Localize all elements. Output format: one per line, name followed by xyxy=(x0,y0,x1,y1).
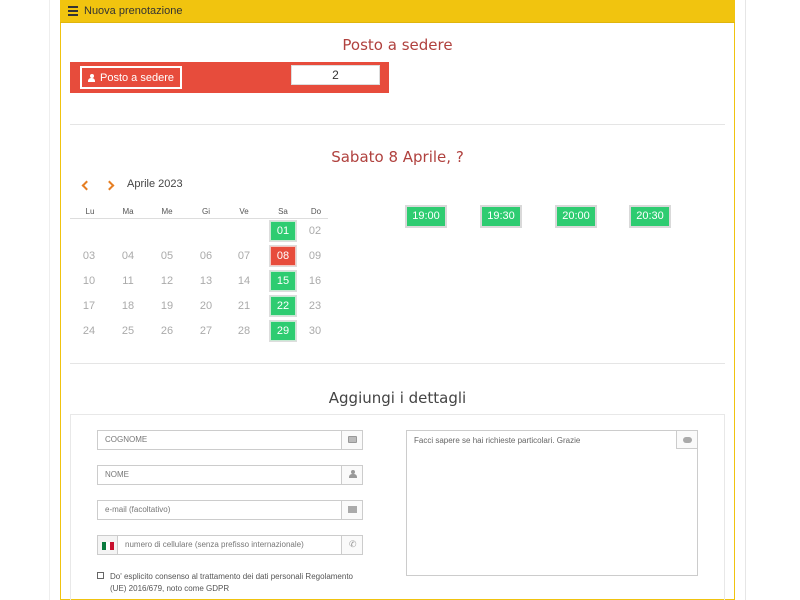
booking-panel: Nuova prenotazione Posto a sedere Posto … xyxy=(60,0,735,600)
weekday-label: Me xyxy=(161,207,173,216)
calendar-day: 19 xyxy=(160,300,174,312)
calendar-day: 26 xyxy=(160,325,174,337)
email-field[interactable]: e-mail (facoltativo) xyxy=(97,500,363,520)
weekday-label: Lu xyxy=(85,207,95,216)
calendar-day[interactable]: 01 xyxy=(269,220,297,242)
selected-date-title: Sabato 8 Aprile, ? xyxy=(331,148,464,166)
country-flag-selector[interactable] xyxy=(98,536,118,554)
calendar-day: 27 xyxy=(199,325,213,337)
calendar-day: 11 xyxy=(122,275,134,287)
italy-flag-icon xyxy=(102,542,114,550)
calendar-day: 20 xyxy=(199,300,213,312)
calendar-day: 04 xyxy=(121,250,135,262)
divider xyxy=(70,124,725,125)
calendar-day: 06 xyxy=(199,250,213,262)
email-placeholder: e-mail (facoltativo) xyxy=(105,505,171,514)
calendar-day: 02 xyxy=(308,225,322,237)
calendar-nav: Aprile 2023 xyxy=(70,178,328,194)
surname-addon xyxy=(341,431,362,449)
divider xyxy=(70,363,725,364)
page-margin-left xyxy=(0,0,50,600)
calendar-day: 13 xyxy=(199,275,213,287)
time-slot-button[interactable]: 20:30 xyxy=(629,205,671,228)
name-addon xyxy=(341,466,362,484)
gdpr-consent: Do' esplicito consenso al trattamento de… xyxy=(97,571,367,595)
calendar-day[interactable]: 22 xyxy=(269,295,297,317)
calendar: Aprile 2023 Lu Ma Me Gi Ve Sa Do 01 02 03 04 05 06 0… xyxy=(70,178,328,342)
seat-type-label: Posto a sedere xyxy=(100,72,174,84)
notes-placeholder: Facci sapere se hai richieste particolar… xyxy=(414,436,581,445)
weekday-label: Sa xyxy=(278,207,288,216)
phone-icon: ✆ xyxy=(349,539,357,549)
seat-section-title: Posto a sedere xyxy=(342,36,453,54)
name-placeholder: NOME xyxy=(105,470,129,479)
gdpr-consent-text: Do' esplicito consenso al trattamento de… xyxy=(110,572,353,593)
user-icon xyxy=(88,74,95,82)
time-slot-button[interactable]: 19:00 xyxy=(405,205,447,228)
calendar-day: 14 xyxy=(237,275,251,287)
phone-addon: ✆ xyxy=(341,536,362,554)
calendar-day: 28 xyxy=(237,325,251,337)
weekday-label: Ve xyxy=(239,207,249,216)
calendar-day[interactable]: 15 xyxy=(269,270,297,292)
seat-bar: Posto a sedere 2 xyxy=(70,62,389,93)
list-icon xyxy=(68,6,78,16)
weekday-label: Do xyxy=(310,207,322,216)
time-slot-button[interactable]: 19:30 xyxy=(480,205,522,228)
calendar-day: 10 xyxy=(82,275,96,287)
chevron-left-icon[interactable] xyxy=(81,179,91,191)
time-slot-button[interactable]: 20:00 xyxy=(555,205,597,228)
weekday-label: Ma xyxy=(122,207,134,216)
weekday-label: Gi xyxy=(202,207,210,216)
seat-type-button[interactable]: Posto a sedere xyxy=(80,66,182,89)
calendar-day: 17 xyxy=(82,300,96,312)
weekday-header: Lu Ma Me Gi Ve Sa Do xyxy=(70,207,328,219)
details-section-title: Aggiungi i dettagli xyxy=(328,389,467,407)
calendar-day: 07 xyxy=(237,250,251,262)
name-field[interactable]: NOME xyxy=(97,465,363,485)
calendar-day[interactable]: 08 xyxy=(269,245,297,267)
chat-icon xyxy=(683,437,692,443)
calendar-day: 03 xyxy=(82,250,96,262)
calendar-day: 05 xyxy=(160,250,174,262)
gdpr-checkbox[interactable] xyxy=(97,572,104,579)
calendar-day: 23 xyxy=(308,300,322,312)
phone-placeholder: numero di cellulare (senza prefisso inte… xyxy=(125,540,304,549)
briefcase-icon xyxy=(348,436,357,443)
calendar-day: 16 xyxy=(308,275,322,287)
chevron-right-icon[interactable] xyxy=(106,179,116,191)
calendar-day[interactable]: 29 xyxy=(269,320,297,342)
calendar-day: 09 xyxy=(308,250,322,262)
calendar-day: 12 xyxy=(160,275,174,287)
phone-field[interactable]: numero di cellulare (senza prefisso inte… xyxy=(97,535,363,555)
calendar-day: 21 xyxy=(237,300,251,312)
calendar-day: 24 xyxy=(82,325,96,337)
seat-count-input[interactable]: 2 xyxy=(291,65,380,85)
page-margin-right xyxy=(745,0,800,600)
calendar-day: 25 xyxy=(121,325,135,337)
envelope-icon xyxy=(348,506,357,513)
user-icon xyxy=(348,470,357,478)
notes-textarea[interactable]: Facci sapere se hai richieste particolar… xyxy=(406,430,698,576)
surname-placeholder: COGNOME xyxy=(105,435,148,444)
panel-header: Nuova prenotazione xyxy=(60,0,735,23)
email-addon xyxy=(341,501,362,519)
notes-addon xyxy=(676,431,697,449)
panel-title: Nuova prenotazione xyxy=(84,5,183,17)
calendar-day: 30 xyxy=(308,325,322,337)
calendar-day: 18 xyxy=(121,300,135,312)
calendar-month: Aprile 2023 xyxy=(127,178,183,190)
surname-field[interactable]: COGNOME xyxy=(97,430,363,450)
